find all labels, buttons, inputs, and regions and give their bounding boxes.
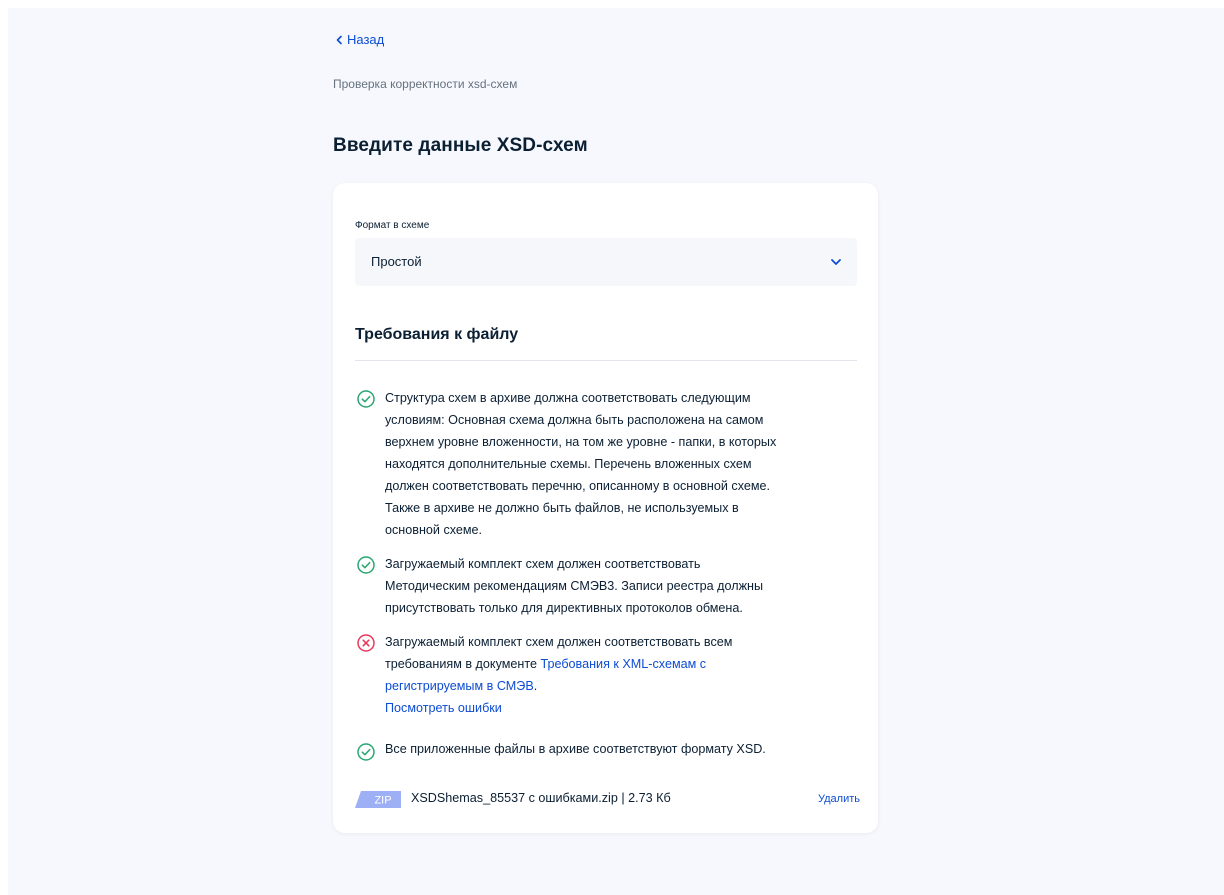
zip-file-icon: ZIP <box>355 791 401 808</box>
uploaded-file-row: ZIP XSDShemas_85537 с ошибками.zip | 2.7… <box>355 787 860 811</box>
requirement-item: Структура схем в архиве должна соответст… <box>355 387 857 541</box>
page-title: Введите данные XSD-схем <box>333 135 588 156</box>
requirement-text-prefix: требованиям в документе <box>385 657 537 671</box>
breadcrumb: Проверка корректности xsd-схем <box>333 77 518 91</box>
requirement-line: верхнем уровне вложенности, на том же ур… <box>385 435 777 449</box>
format-select[interactable]: Простой <box>355 238 857 286</box>
requirement-text: Структура схем в архиве должна соответст… <box>385 387 860 541</box>
requirement-item: Загружаемый комплект схем должен соответ… <box>355 553 857 619</box>
format-field-label: Формат в схеме <box>355 220 430 231</box>
requirement-line: Все приложенные файлы в архиве соответст… <box>385 742 766 756</box>
file-name: XSDShemas_85537 с ошибками.zip | 2.73 Кб <box>411 791 671 805</box>
zip-badge-label: ZIP <box>374 795 391 807</box>
form-card: Формат в схеме Простой Требования к файл… <box>333 183 878 833</box>
requirement-item: Все приложенные файлы в архиве соответст… <box>355 738 860 761</box>
requirement-text: Загружаемый комплект схем должен соответ… <box>385 553 860 619</box>
chevron-down-icon <box>831 259 841 265</box>
requirement-line: Структура схем в архиве должна соответст… <box>385 391 751 405</box>
requirement-line: Методическим рекомендациям СМЭВ3. Записи… <box>385 579 764 593</box>
requirement-item-error: Загружаемый комплект схем должен соответ… <box>355 631 857 719</box>
check-circle-icon <box>357 556 375 574</box>
format-select-value: Простой <box>371 254 422 269</box>
back-link[interactable]: Назад <box>333 32 384 47</box>
requirement-line: регистрируемым в СМЭВ. <box>385 675 860 697</box>
requirement-line: Загружаемый комплект схем должен соответ… <box>385 557 701 571</box>
section-divider <box>355 360 857 361</box>
requirement-line: присутствовать только для директивных пр… <box>385 601 743 615</box>
view-errors-link[interactable]: Посмотреть ошибки <box>385 701 502 715</box>
requirement-line: находятся дополнительные схемы. Перечень… <box>385 457 752 471</box>
page-background: Назад Проверка корректности xsd-схем Вве… <box>8 8 1224 895</box>
requirement-line: Также в архиве не должно быть файлов, не… <box>385 501 739 515</box>
requirement-text: Загружаемый комплект схем должен соответ… <box>385 631 860 719</box>
requirement-line: условиям: Основная схема должна быть рас… <box>385 413 764 427</box>
check-circle-icon <box>357 390 375 408</box>
back-link-label: Назад <box>347 32 385 47</box>
delete-file-button[interactable]: Удалить <box>818 793 860 805</box>
requirement-text-suffix: . <box>533 679 538 693</box>
requirements-title: Требования к файлу <box>355 326 519 343</box>
requirement-line: основной схеме. <box>385 523 483 537</box>
cross-circle-icon <box>357 634 375 652</box>
check-circle-icon <box>357 743 375 761</box>
requirement-line: требованиям в документе Требования к XML… <box>385 653 860 675</box>
requirements-document-link-cont[interactable]: регистрируемым в СМЭВ <box>385 679 534 693</box>
requirement-line: Загружаемый комплект схем должен соответ… <box>385 635 733 649</box>
requirement-text: Все приложенные файлы в архиве соответст… <box>385 738 860 760</box>
requirement-line: должен соответствовать перечню, описанно… <box>385 479 771 493</box>
requirement-line: Посмотреть ошибки <box>385 697 860 719</box>
chevron-left-icon <box>336 35 342 44</box>
requirements-document-link[interactable]: Требования к XML-схемам с <box>540 657 706 671</box>
